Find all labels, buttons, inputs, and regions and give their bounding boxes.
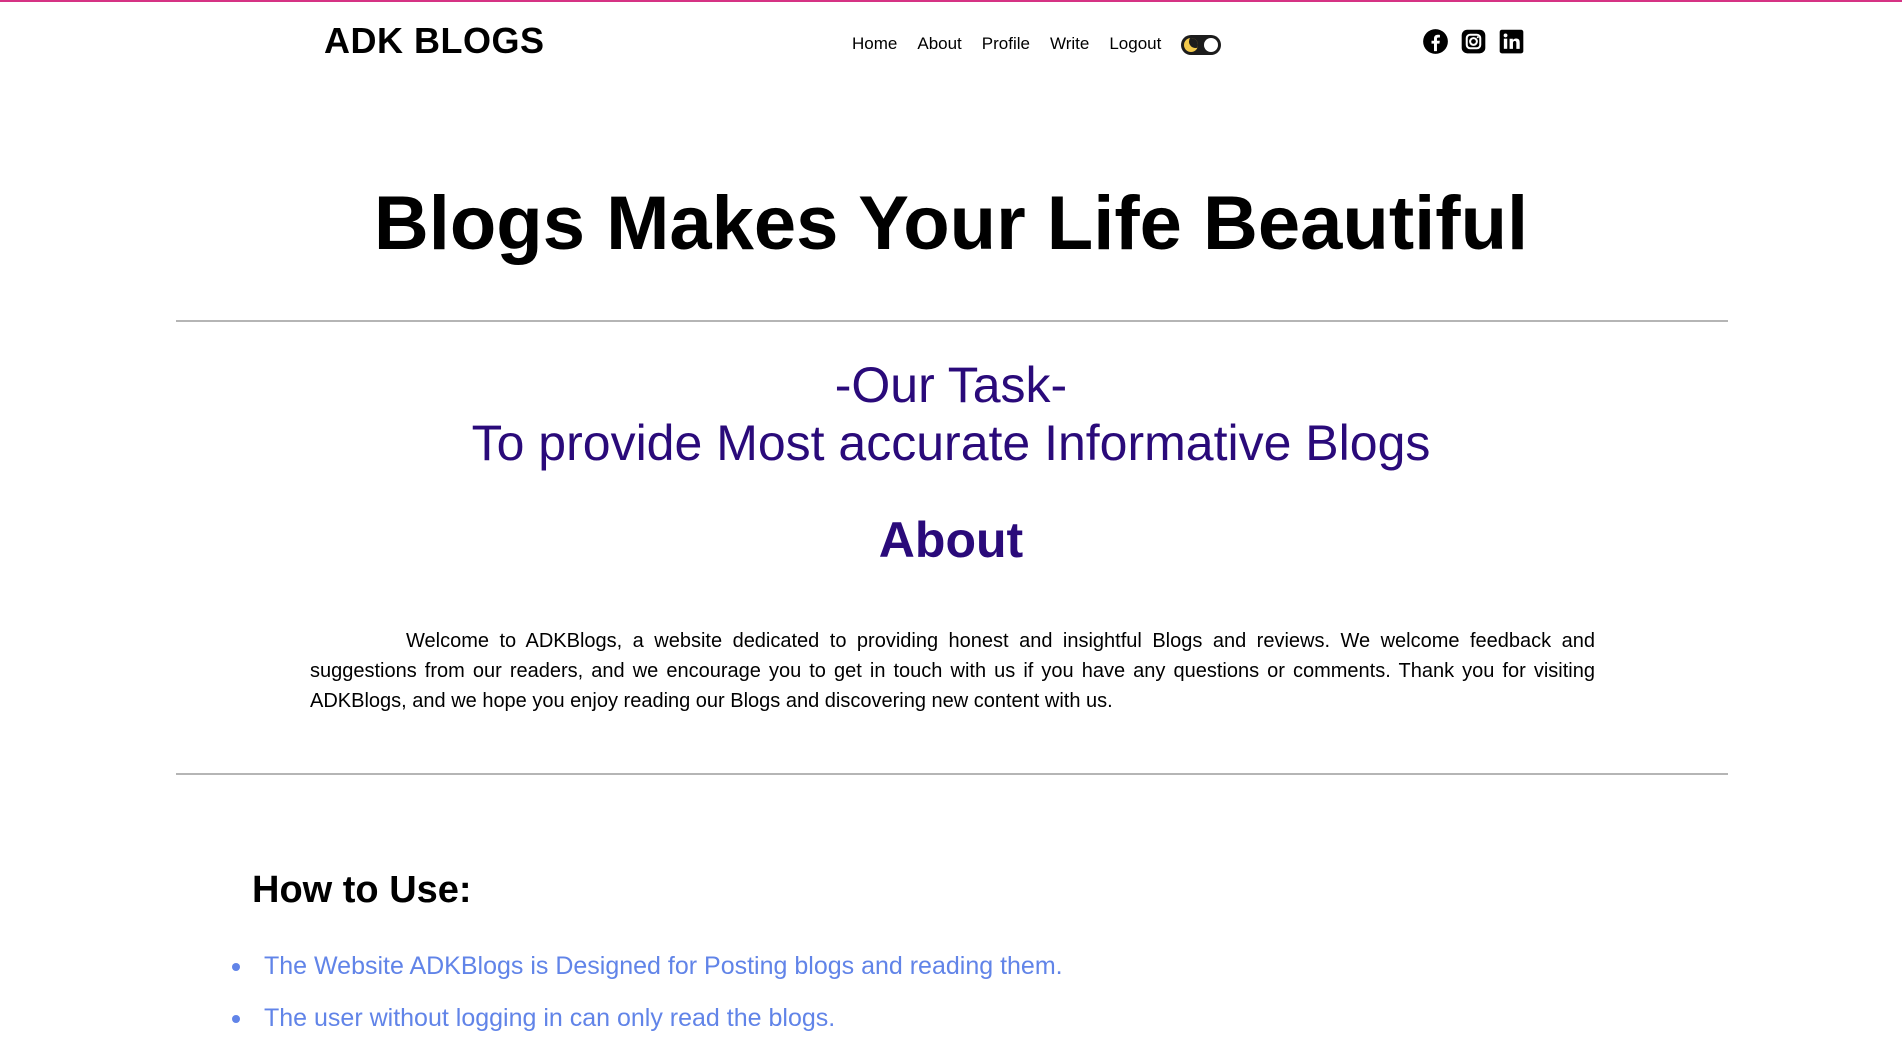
nav-about-link[interactable]: About (917, 34, 961, 54)
linkedin-icon[interactable] (1498, 28, 1525, 55)
about-heading: About (878, 512, 1024, 568)
nav-home-link[interactable]: Home (852, 34, 897, 54)
divider-bottom (176, 773, 1728, 775)
nav-links: Home About Profile Write Logout (852, 32, 1222, 55)
task-section: -Our Task- To provide Most accurate Info… (0, 356, 1902, 472)
toggle-knob (1204, 38, 1219, 52)
theme-toggle[interactable] (1181, 35, 1222, 55)
how-to-use-list: The Website ADKBlogs is Designed for Pos… (230, 946, 1063, 1050)
nav-profile-link[interactable]: Profile (982, 34, 1030, 54)
facebook-icon[interactable] (1422, 28, 1449, 55)
moon-icon (1184, 38, 1199, 52)
how-to-use-heading: How to Use: (252, 869, 472, 911)
social-links (1422, 28, 1536, 55)
list-item: The user without logging in can only rea… (230, 998, 1063, 1050)
nav-write-link[interactable]: Write (1050, 34, 1089, 54)
task-description: To provide Most accurate Informative Blo… (471, 415, 1431, 471)
divider-top (176, 320, 1728, 322)
instagram-icon[interactable] (1460, 28, 1487, 55)
navbar: ADK BLOGS Home About Profile Write Logou… (0, 2, 1902, 80)
list-item: The Website ADKBlogs is Designed for Pos… (230, 946, 1063, 998)
hero-title: Blogs Makes Your Life Beautiful (373, 181, 1529, 266)
task-heading: -Our Task- (834, 357, 1068, 413)
nav-logout-link[interactable]: Logout (1109, 34, 1161, 54)
brand-logo[interactable]: ADK BLOGS (324, 20, 545, 62)
about-paragraph: Welcome to ADKBlogs, a website dedicated… (310, 630, 1595, 712)
